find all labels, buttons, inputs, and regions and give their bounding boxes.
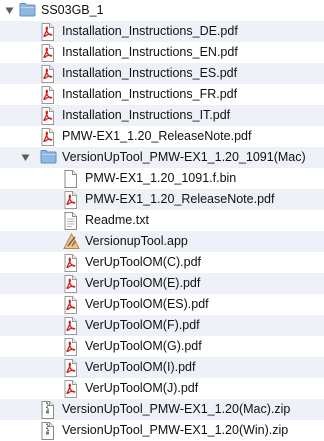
item-name: VersionUpTool_PMW-EX1_1.20_1091(Mac) [62,150,306,164]
pdf-icon [63,358,80,377]
zip-icon [40,421,57,440]
document-icon [63,169,80,188]
file-row[interactable]: Readme.txt [0,210,324,231]
text-file-icon [63,211,80,230]
file-row[interactable]: Installation_Instructions_DE.pdf [0,21,324,42]
file-row[interactable]: VersionupTool.app [0,231,324,252]
item-name: VersionupTool.app [85,234,188,248]
pdf-icon [63,274,80,293]
file-row[interactable]: VersionUpTool_PMW-EX1_1.20(Mac).zip [0,399,324,420]
file-row[interactable]: VerUpToolOM(E).pdf [0,273,324,294]
file-row[interactable]: VerUpToolOM(I).pdf [0,357,324,378]
item-name: PMW-EX1_1.20_ReleaseNote.pdf [62,129,252,143]
item-name: PMW-EX1_1.20_1091.f.bin [85,171,237,185]
file-row[interactable]: VersionUpTool_PMW-EX1_1.20(Win).zip [0,420,324,441]
item-name: Installation_Instructions_EN.pdf [62,45,238,59]
item-name: Readme.txt [85,213,149,227]
item-name: VersionUpTool_PMW-EX1_1.20(Mac).zip [62,402,291,416]
pdf-icon [40,127,57,146]
pdf-icon [63,337,80,356]
file-row[interactable]: Installation_Instructions_ES.pdf [0,63,324,84]
app-icon [63,232,80,251]
item-name: VerUpToolOM(E).pdf [85,276,201,290]
item-name: VersionUpTool_PMW-EX1_1.20(Win).zip [62,423,289,437]
folder-row[interactable]: VersionUpTool_PMW-EX1_1.20_1091(Mac) [0,147,324,168]
pdf-icon [40,85,57,104]
item-name: Installation_Instructions_ES.pdf [62,66,238,80]
file-row[interactable]: PMW-EX1_1.20_ReleaseNote.pdf [0,126,324,147]
folder-icon [40,149,57,167]
pdf-icon [40,106,57,125]
item-name: VerUpToolOM(F).pdf [85,318,200,332]
file-row[interactable]: Installation_Instructions_EN.pdf [0,42,324,63]
item-name: VerUpToolOM(ES).pdf [85,297,209,311]
file-row[interactable]: VerUpToolOM(G).pdf [0,336,324,357]
file-row[interactable]: VerUpToolOM(F).pdf [0,315,324,336]
disclosure-triangle-icon[interactable] [20,152,31,163]
file-tree: SS03GB_1 Installation_Instructions_DE.pdf… [0,0,324,440]
item-name: VerUpToolOM(J).pdf [85,381,199,395]
file-row[interactable]: Installation_Instructions_IT.pdf [0,105,324,126]
item-name: VerUpToolOM(I).pdf [85,360,196,374]
item-name: SS03GB_1 [41,3,104,17]
file-row[interactable]: VerUpToolOM(J).pdf [0,378,324,399]
file-row[interactable]: PMW-EX1_1.20_1091.f.bin [0,168,324,189]
file-row[interactable]: VerUpToolOM(ES).pdf [0,294,324,315]
folder-icon [19,2,36,20]
folder-row[interactable]: SS03GB_1 [0,0,324,21]
pdf-icon [63,295,80,314]
pdf-icon [63,316,80,335]
file-row[interactable]: Installation_Instructions_FR.pdf [0,84,324,105]
pdf-icon [40,43,57,62]
pdf-icon [40,64,57,83]
pdf-icon [63,190,80,209]
item-name: VerUpToolOM(C).pdf [85,255,202,269]
pdf-icon [63,379,80,398]
file-row[interactable]: VerUpToolOM(C).pdf [0,252,324,273]
item-name: PMW-EX1_1.20_ReleaseNote.pdf [85,192,275,206]
item-name: Installation_Instructions_DE.pdf [62,24,238,38]
item-name: VerUpToolOM(G).pdf [85,339,202,353]
pdf-icon [40,22,57,41]
disclosure-triangle-icon[interactable] [4,5,15,16]
item-name: Installation_Instructions_IT.pdf [62,108,231,122]
item-name: Installation_Instructions_FR.pdf [62,87,238,101]
zip-icon [40,400,57,419]
pdf-icon [63,253,80,272]
file-row[interactable]: PMW-EX1_1.20_ReleaseNote.pdf [0,189,324,210]
